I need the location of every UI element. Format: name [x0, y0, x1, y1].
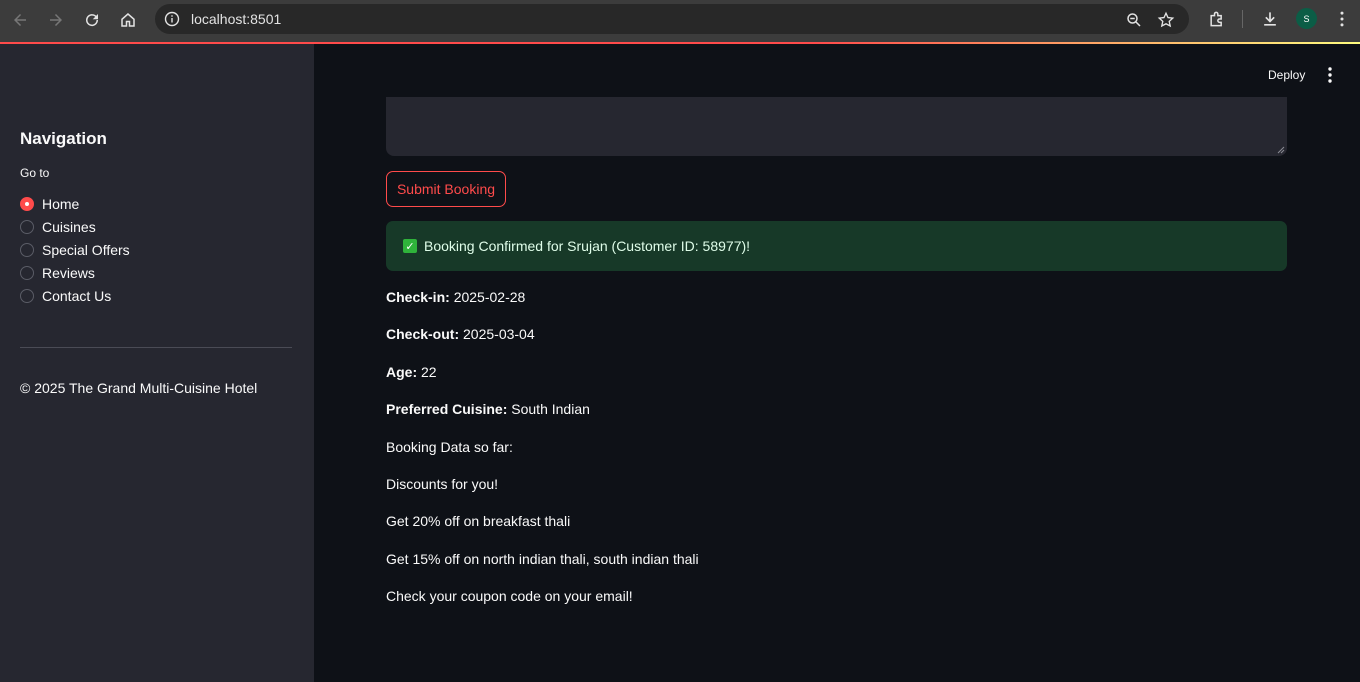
checkout-line: Check-out: 2025-03-04: [386, 326, 535, 342]
cuisine-value: South Indian: [511, 401, 590, 417]
submit-booking-button[interactable]: Submit Booking: [386, 171, 506, 207]
age-label: Age:: [386, 364, 418, 380]
radio-unselected-icon[interactable]: [20, 265, 34, 280]
age-value: 22: [421, 364, 437, 380]
coupon-note: Check your coupon code on your email!: [386, 588, 633, 604]
checkin-line: Check-in: 2025-02-28: [386, 289, 525, 305]
app-menu-icon[interactable]: [1322, 66, 1338, 84]
radio-selected-icon[interactable]: [20, 196, 34, 211]
checkin-value: 2025-02-28: [453, 289, 526, 305]
sidebar-footer: © 2025 The Grand Multi-Cuisine Hotel: [20, 380, 258, 396]
browser-menu-icon[interactable]: [1332, 9, 1352, 29]
profile-avatar[interactable]: S: [1296, 8, 1317, 29]
address-bar[interactable]: localhost:8501: [155, 4, 1189, 34]
browser-toolbar: localhost:8501 S: [0, 0, 1360, 43]
radio-item-home[interactable]: Home: [20, 192, 130, 215]
site-info-icon[interactable]: [164, 11, 180, 27]
radio-group-label: Go to: [20, 166, 50, 180]
url-text[interactable]: localhost:8501: [191, 11, 281, 27]
radio-label[interactable]: Contact Us: [42, 288, 111, 304]
radio-unselected-icon[interactable]: [20, 219, 34, 234]
forward-icon[interactable]: [44, 8, 68, 32]
cuisine-line: Preferred Cuisine: South Indian: [386, 401, 590, 417]
navigation-radio-group: Home Cuisines Special Offers Reviews Con…: [20, 192, 130, 307]
extensions-icon[interactable]: [1207, 9, 1227, 29]
discounts-heading: Discounts for you!: [386, 476, 499, 492]
confirmation-message: Booking Confirmed for Srujan (Customer I…: [424, 238, 751, 254]
success-alert: ✓ Booking Confirmed for Srujan (Customer…: [386, 221, 1287, 271]
radio-label[interactable]: Reviews: [42, 265, 95, 281]
checkmark-icon: ✓: [403, 239, 417, 253]
radio-label[interactable]: Cuisines: [42, 219, 96, 235]
discount-breakfast: Get 20% off on breakfast thali: [386, 513, 571, 529]
checkout-value: 2025-03-04: [463, 326, 535, 342]
booking-data-heading: Booking Data so far:: [386, 439, 513, 455]
radio-item-reviews[interactable]: Reviews: [20, 261, 130, 284]
download-icon[interactable]: [1260, 9, 1280, 29]
checkin-label: Check-in:: [386, 289, 450, 305]
sidebar: Navigation Go to Home Cuisines Special O…: [0, 44, 314, 682]
zoom-icon[interactable]: [1125, 11, 1143, 29]
toolbar-separator: [1242, 10, 1243, 28]
radio-label[interactable]: Home: [42, 196, 79, 212]
sidebar-title: Navigation: [20, 129, 107, 148]
checkout-label: Check-out:: [386, 326, 460, 342]
radio-item-special-offers[interactable]: Special Offers: [20, 238, 130, 261]
cuisine-label: Preferred Cuisine:: [386, 401, 508, 417]
sidebar-divider: [20, 347, 292, 348]
radio-label[interactable]: Special Offers: [42, 242, 130, 258]
resize-grip-icon[interactable]: [1277, 146, 1285, 154]
radio-unselected-icon[interactable]: [20, 288, 34, 303]
special-requests-textarea[interactable]: [386, 97, 1287, 156]
home-icon[interactable]: [116, 8, 140, 32]
radio-item-cuisines[interactable]: Cuisines: [20, 215, 130, 238]
main-content: Deploy Submit Booking ✓ Booking Confirme…: [314, 44, 1360, 682]
age-line: Age: 22: [386, 364, 437, 380]
bookmark-star-icon[interactable]: [1157, 11, 1175, 29]
radio-item-contact-us[interactable]: Contact Us: [20, 284, 130, 307]
radio-unselected-icon[interactable]: [20, 242, 34, 257]
back-icon[interactable]: [8, 8, 32, 32]
reload-icon[interactable]: [80, 8, 104, 32]
deploy-button[interactable]: Deploy: [1268, 68, 1305, 82]
discount-thali: Get 15% off on north indian thali, south…: [386, 551, 699, 567]
